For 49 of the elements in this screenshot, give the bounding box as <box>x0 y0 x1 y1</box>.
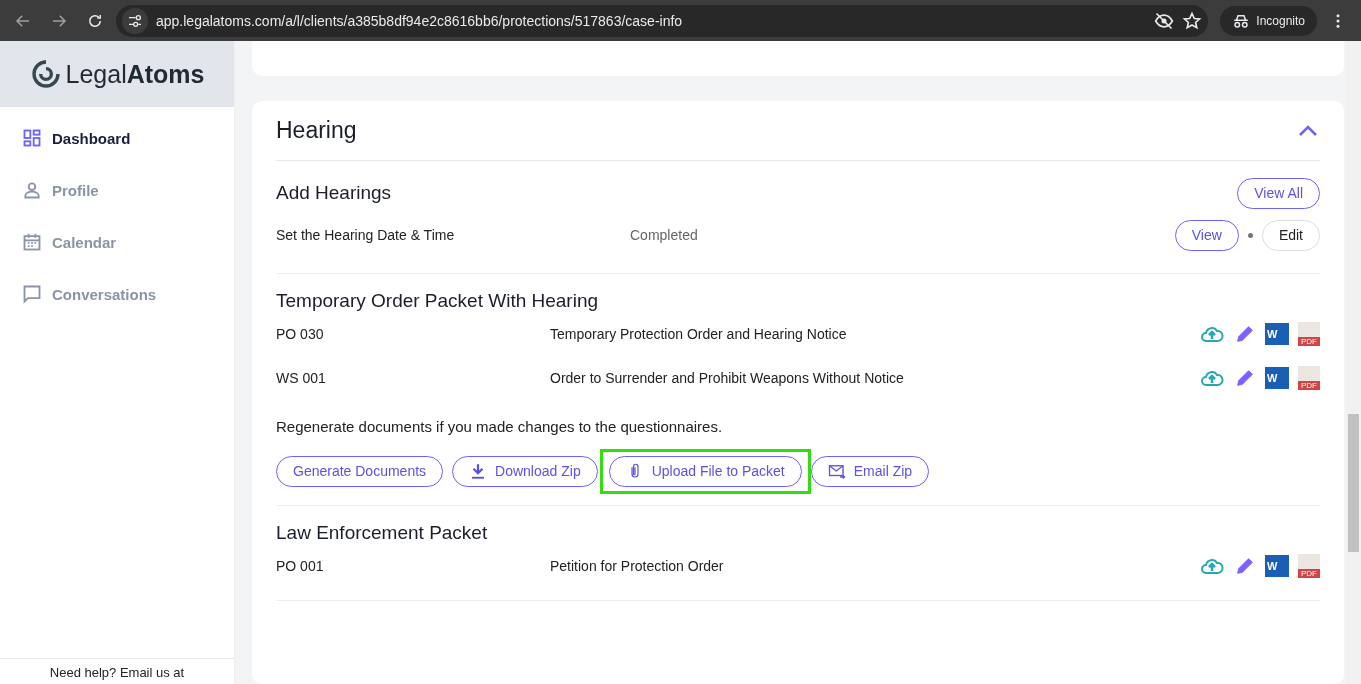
packet-action-button[interactable]: Email Zip <box>810 455 930 487</box>
chat-bubble-icon <box>22 284 42 304</box>
view-all-button[interactable]: View All <box>1237 177 1320 209</box>
sidebar-item[interactable]: Profile <box>22 171 212 209</box>
star-icon[interactable] <box>1182 10 1203 31</box>
word-document-icon[interactable]: W <box>1265 323 1289 345</box>
pencil-icon[interactable] <box>1234 323 1256 345</box>
status-text: Completed <box>630 227 699 243</box>
subsection-title: Add Hearings <box>276 182 392 204</box>
person-icon <box>22 180 42 200</box>
packet-action-button[interactable]: Download Zip <box>452 455 598 487</box>
scrollbar-thumb[interactable] <box>1348 414 1359 552</box>
pencil-icon[interactable] <box>1234 367 1256 389</box>
logo-text: LegalAtoms <box>65 59 205 89</box>
document-code: WS 001 <box>276 370 327 386</box>
document-name: Petition for Protection Order <box>550 558 725 574</box>
sidebar-item[interactable]: Calendar <box>22 223 212 261</box>
packet-title: Temporary Order Packet With Hearing <box>276 290 600 312</box>
instruction-text: Regenerate documents if you made changes to the questionnaires. <box>276 418 724 435</box>
document-name: Temporary Protection Order and Hearing Notice <box>550 326 848 342</box>
pdf-document-icon[interactable]: PDF <box>1298 554 1320 578</box>
word-document-icon[interactable]: W <box>1265 367 1289 389</box>
pdf-document-icon[interactable]: PDF <box>1298 322 1320 346</box>
url-text: app.legalatoms.com/a/l/clients/a385b8df94e2c8616bb6/protections/517863/case-info <box>156 12 684 29</box>
document-code: PO 030 <box>276 326 325 342</box>
dashboard-icon <box>22 128 42 148</box>
edit-button[interactable]: Edit <box>1261 219 1320 251</box>
help-text: Need help? Email us at <box>0 658 234 684</box>
pencil-icon[interactable] <box>1234 555 1256 577</box>
eye-slash-icon[interactable] <box>1154 10 1175 31</box>
mail-icon <box>827 462 846 480</box>
separator-dot <box>1247 232 1253 238</box>
site-settings-icon[interactable] <box>127 12 143 29</box>
sidebar-item[interactable]: Conversations <box>22 275 212 313</box>
packet-title: Law Enforcement Packet <box>276 522 489 544</box>
word-document-icon[interactable]: W <box>1265 555 1289 577</box>
document-name: Order to Surrender and Prohibit Weapons Without Notice <box>550 370 905 386</box>
incognito-button[interactable]: Incognito <box>1220 5 1317 36</box>
view-button[interactable]: View <box>1174 219 1239 251</box>
document-code: PO 001 <box>276 558 325 574</box>
section-title: Hearing <box>276 117 357 144</box>
sidebar-item[interactable]: Dashboard <box>22 119 212 157</box>
calendar-icon <box>22 232 42 252</box>
packet-action-button[interactable]: Upload File to Packet <box>608 455 802 487</box>
pdf-document-icon[interactable]: PDF <box>1298 366 1320 390</box>
logo-icon <box>29 58 62 90</box>
address-bar[interactable]: app.legalatoms.com/a/l/clients/a385b8df94e2c8616bb6/protections/517863/case-info <box>116 4 1209 37</box>
hearing-name: Set the Hearing Date & Time <box>276 227 456 243</box>
packet-action-button[interactable]: Generate Documents <box>276 455 444 487</box>
